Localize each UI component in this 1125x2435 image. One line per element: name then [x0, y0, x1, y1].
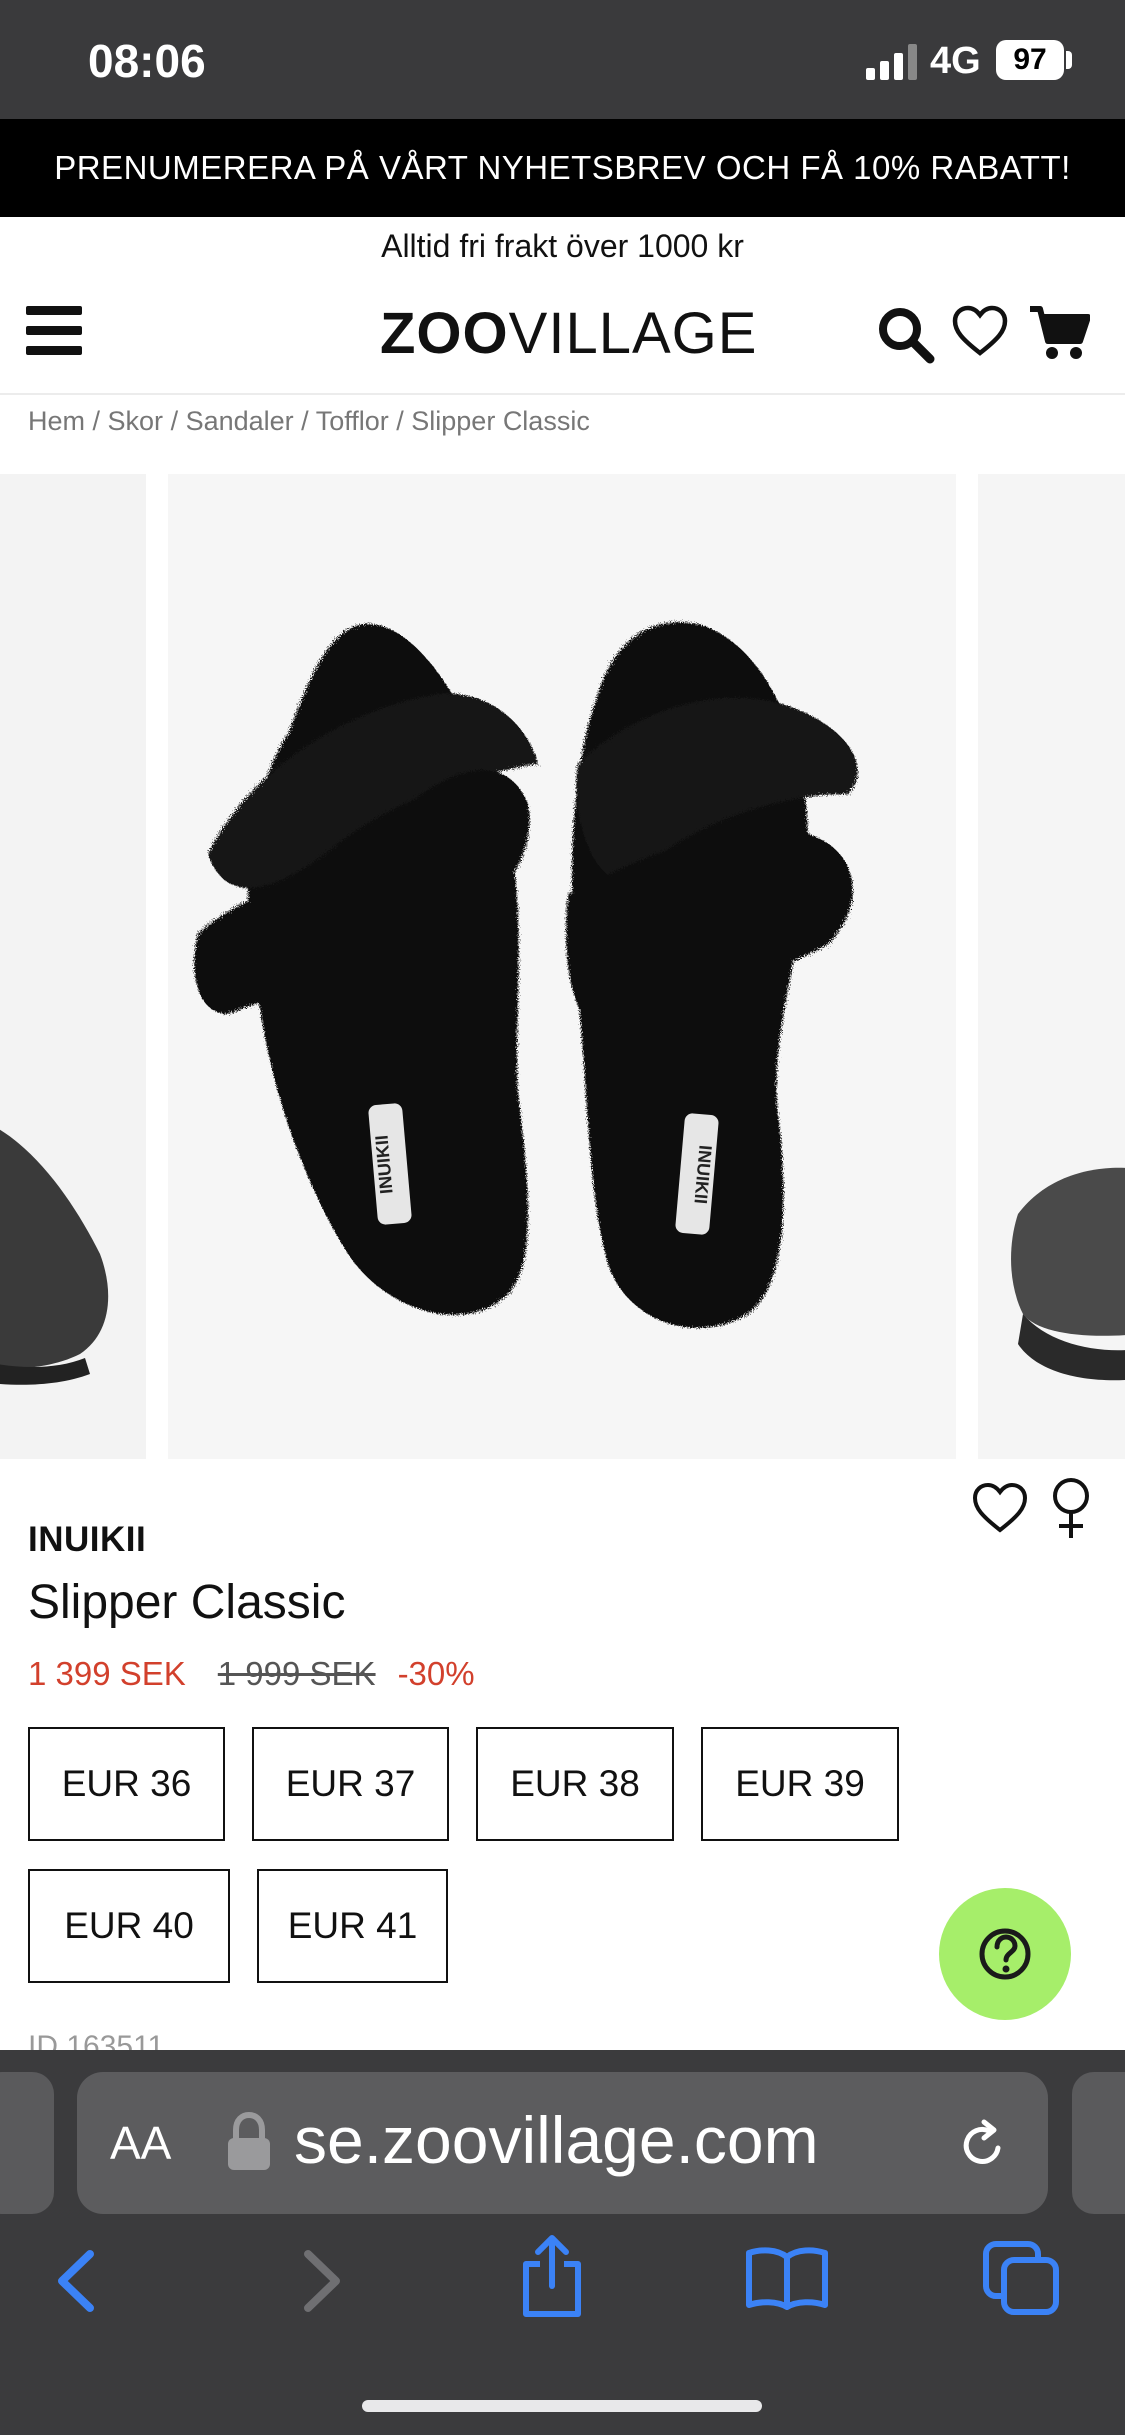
forward-arrow-icon[interactable] [298, 2248, 346, 2314]
breadcrumb-separator: / [293, 406, 316, 436]
product-title: Slipper Classic [28, 1576, 346, 1629]
status-time: 08:06 [88, 35, 206, 87]
network-label: 4G [930, 40, 981, 82]
site-logo[interactable]: ZOOVILLAGE [380, 300, 756, 367]
gallery-image-previous[interactable] [0, 474, 146, 1459]
tabs-icon[interactable] [982, 2240, 1062, 2316]
back-arrow-icon[interactable] [52, 2248, 100, 2314]
bookmarks-icon[interactable] [745, 2245, 829, 2311]
logo-light: VILLAGE [508, 301, 758, 366]
slipper-detail-image [1011, 1167, 1125, 1381]
reload-icon[interactable] [956, 2118, 1010, 2172]
size-button-eur-38[interactable]: EUR 38 [476, 1727, 674, 1841]
discount-badge: -30% [397, 1655, 475, 1692]
breadcrumb-separator: / [85, 406, 108, 436]
search-icon[interactable] [876, 305, 936, 365]
size-button-eur-37[interactable]: EUR 37 [252, 1727, 449, 1841]
breadcrumb-hem[interactable]: Hem [28, 406, 85, 436]
hamburger-menu-icon[interactable] [26, 306, 82, 356]
price-original: 1 999 SEK [217, 1655, 376, 1692]
breadcrumb-skor[interactable]: Skor [108, 406, 164, 436]
newsletter-banner[interactable]: PRENUMERERA PÅ VÅRT NYHETSBREV OCH FÅ 10… [0, 119, 1125, 217]
home-indicator [362, 2400, 762, 2412]
next-tab-peek[interactable] [1072, 2072, 1125, 2214]
breadcrumb-tofflor[interactable]: Tofflor [316, 406, 389, 436]
previous-tab-peek[interactable] [0, 2072, 54, 2214]
share-icon[interactable] [516, 2234, 588, 2318]
price-row: 1 399 SEK 1 999 SEK -30% [28, 1655, 475, 1693]
female-gender-icon [1053, 1478, 1089, 1538]
gallery-image-main[interactable]: INUIKII INUIKII [168, 474, 956, 1459]
help-chat-button[interactable] [939, 1888, 1071, 2020]
gallery-image-next[interactable] [978, 474, 1125, 1459]
breadcrumb-separator: / [388, 406, 412, 436]
shipping-notice: Alltid fri frakt över 1000 kr [381, 228, 744, 264]
slipper-side-view-image [0, 1129, 109, 1385]
cart-icon[interactable] [1028, 303, 1090, 361]
breadcrumb-current: Slipper Classic [411, 406, 590, 436]
logo-bold: ZOO [380, 301, 509, 366]
slipper-pair-image: INUIKII INUIKII [194, 622, 858, 1328]
wishlist-heart-icon[interactable] [972, 1482, 1028, 1534]
size-button-eur-39[interactable]: EUR 39 [701, 1727, 899, 1841]
header-divider [0, 393, 1125, 395]
signal-icon [866, 44, 917, 80]
url-text[interactable]: se.zoovillage.com [294, 2102, 819, 2178]
size-button-eur-36[interactable]: EUR 36 [28, 1727, 225, 1841]
breadcrumb-sandaler[interactable]: Sandaler [186, 406, 294, 436]
breadcrumb: Hem / Skor / Sandaler / Tofflor / Slippe… [28, 406, 590, 437]
lock-icon [228, 2112, 270, 2170]
reader-text-size-button[interactable]: AA [110, 2116, 171, 2170]
size-button-eur-40[interactable]: EUR 40 [28, 1869, 230, 1983]
breadcrumb-separator: / [163, 406, 186, 436]
size-button-eur-41[interactable]: EUR 41 [257, 1869, 448, 1983]
price-current: 1 399 SEK [28, 1655, 186, 1692]
product-brand[interactable]: INUIKII [28, 1520, 146, 1560]
question-mark-icon [979, 1928, 1031, 1980]
battery-indicator: 97 [996, 40, 1064, 80]
battery-tip [1066, 51, 1072, 69]
heart-icon[interactable] [952, 305, 1008, 357]
